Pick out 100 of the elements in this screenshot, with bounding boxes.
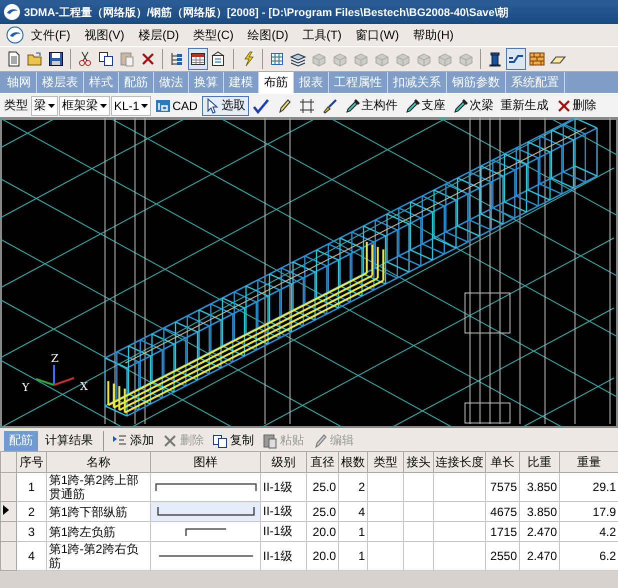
table-cell: 7575 <box>486 472 520 502</box>
axis-label: Z <box>51 352 59 365</box>
table-cell: 4 <box>16 542 46 570</box>
bent-bar-button[interactable] <box>506 48 526 70</box>
dropdown-arrow-icon <box>141 104 148 108</box>
cad-button[interactable]: CAD <box>152 96 201 116</box>
menu-item[interactable]: 楼层(D) <box>131 26 186 44</box>
delete-icon <box>556 98 572 114</box>
table-cell: 2.470 <box>520 542 560 570</box>
menu-item[interactable]: 文件(F) <box>24 26 78 44</box>
pick-button[interactable]: 支座 <box>402 96 449 116</box>
dropdown[interactable]: KL-1 <box>111 96 152 116</box>
delete-icon <box>162 432 178 448</box>
table-icon <box>190 51 206 67</box>
column-header[interactable]: 重量 <box>560 452 618 472</box>
table-cell: 17.9 <box>560 502 618 522</box>
table-cell: 3.850 <box>520 502 560 522</box>
table-cell: 1 <box>338 522 368 542</box>
column-header[interactable]: 连接长度 <box>434 452 486 472</box>
table-cell: 20.0 <box>306 542 338 570</box>
menu-item[interactable]: 类型(C) <box>186 26 241 44</box>
column-header[interactable]: 序号 <box>16 452 46 472</box>
dropdown[interactable]: 梁 <box>31 96 58 116</box>
column-header[interactable]: 直径 <box>306 452 338 472</box>
box-icon <box>353 51 369 67</box>
brick-icon <box>529 51 545 67</box>
layers-icon <box>290 51 306 67</box>
dropdown-arrow-icon <box>48 104 55 108</box>
table-cell: 2.470 <box>520 522 560 542</box>
dropdown[interactable]: 框架梁 <box>59 96 110 116</box>
add-button[interactable]: 添加 <box>109 430 157 450</box>
bar-shape-drawing <box>184 528 226 536</box>
menu-item[interactable]: 窗口(W) <box>348 26 406 44</box>
column-header[interactable]: 类型 <box>368 452 404 472</box>
grid-icon <box>269 51 285 67</box>
table-cell: 第1跨左负筋 <box>46 522 150 542</box>
checkmark-icon <box>252 98 269 114</box>
table-cell: 2 <box>16 502 46 522</box>
tab[interactable]: 布筋 <box>259 72 294 93</box>
dropdown-arrow-icon <box>100 104 107 108</box>
table-cell: 20.0 <box>306 522 338 542</box>
app-logo-icon[interactable] <box>6 26 24 44</box>
table-cell: II-1级 <box>260 522 306 542</box>
column-header[interactable]: 图样 <box>150 452 260 472</box>
table-cell: II-1级 <box>260 502 306 522</box>
table-cell: 第1跨下部纵筋 <box>46 502 150 522</box>
table-cell: 1715 <box>486 522 520 542</box>
table-cell: 1 <box>16 472 46 502</box>
dropper-icon <box>344 98 361 114</box>
beam-model-viewport[interactable] <box>0 118 618 428</box>
table-cell: 1 <box>338 542 368 570</box>
menu-item[interactable]: 帮助(H) <box>406 26 461 44</box>
box-icon <box>311 51 327 67</box>
app-logo-icon <box>3 3 21 21</box>
table-cell: II-1级 <box>260 542 306 570</box>
table-cell: II-1级 <box>260 472 306 502</box>
box-icon <box>374 51 390 67</box>
table-button[interactable] <box>188 48 208 70</box>
column-header[interactable]: 级别 <box>260 452 306 472</box>
window-title: 3DMA-工程量（网络版）/钢筋（网络版）[2008] - [D:\Program Files\Bestech\BG2008-40\Save\朝 <box>24 6 509 20</box>
axis-label: X <box>80 380 88 393</box>
folder-icon <box>27 51 43 67</box>
box-icon <box>458 51 474 67</box>
column-header[interactable]: 单长 <box>486 452 520 472</box>
scissors-icon <box>77 51 93 67</box>
menu-item[interactable]: 视图(V) <box>77 26 132 44</box>
box-icon <box>395 51 411 67</box>
dropper-icon <box>452 98 469 114</box>
cad-icon <box>155 98 172 114</box>
box-icon <box>437 51 453 67</box>
column-header[interactable]: 接头 <box>404 452 434 472</box>
copy-icon <box>98 51 114 67</box>
pick-button[interactable]: 次梁 <box>450 96 497 116</box>
column-header[interactable]: 比重 <box>520 452 560 472</box>
select-button[interactable]: 选取 <box>202 96 249 116</box>
delete-button[interactable]: 删除 <box>552 96 600 116</box>
table-cell: 2550 <box>486 542 520 570</box>
copy-button[interactable]: 复制 <box>209 430 257 450</box>
box-icon <box>332 51 348 67</box>
toolbar-button[interactable]: 重新生成 <box>498 96 552 116</box>
table-cell: 25.0 <box>306 502 338 522</box>
form-icon <box>211 51 227 67</box>
axis-icon <box>36 365 74 386</box>
menu-item[interactable]: 工具(T) <box>295 26 349 44</box>
brush-icon <box>322 98 338 114</box>
delete-icon <box>140 51 156 67</box>
column-header[interactable]: 根数 <box>338 452 368 472</box>
column-header[interactable]: 名称 <box>46 452 150 472</box>
tab[interactable]: 计算结果 <box>40 430 98 450</box>
box-icon <box>416 51 432 67</box>
column-icon <box>487 51 503 67</box>
frame-icon <box>298 98 315 114</box>
copy-icon <box>212 432 228 448</box>
dropper-icon <box>404 98 421 114</box>
pick-button[interactable]: 主构件 <box>342 96 401 116</box>
document-icon <box>6 51 22 67</box>
table-cell: 6.2 <box>560 542 618 570</box>
menu-item[interactable]: 绘图(D) <box>240 26 296 44</box>
clipboard-icon <box>262 432 278 448</box>
axis-label: Y <box>22 381 30 394</box>
